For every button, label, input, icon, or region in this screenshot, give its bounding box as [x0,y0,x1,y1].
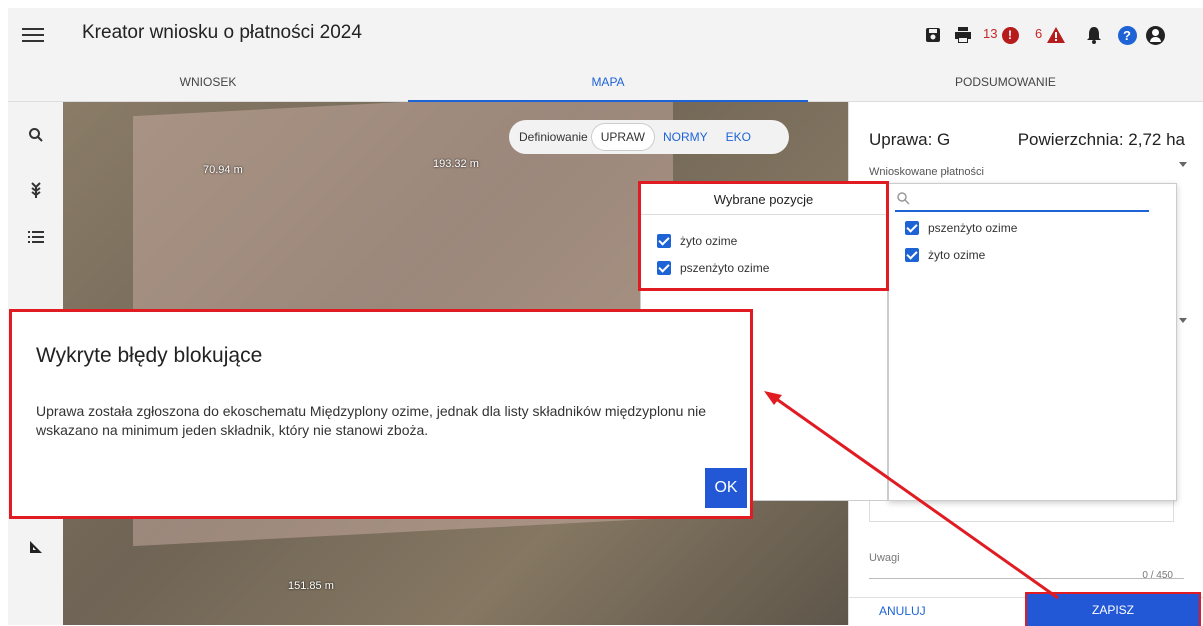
save-button[interactable]: ZAPISZ [1025,592,1201,626]
option-label: pszenżyto ozime [928,221,1018,235]
help-icon[interactable]: ? [1116,24,1138,46]
tab-mapa[interactable]: MAPA [408,62,808,102]
definition-label: Definiowanie [519,130,588,144]
cancel-button[interactable]: ANULUJ [879,604,926,618]
notes-field[interactable] [869,578,1184,579]
checkbox-checked-icon[interactable] [657,261,671,275]
segment-normy[interactable]: NORMY [654,124,717,150]
divider [641,214,886,215]
dropdown-option[interactable]: pszenżyto ozime [905,221,1017,235]
dropdown-search-input[interactable] [895,188,1149,212]
bell-icon[interactable] [1083,24,1105,46]
selected-item-label: pszenżyto ozime [680,261,770,275]
top-bar: Kreator wniosku o płatności 2024 13 ! 6 … [8,8,1203,62]
search-icon [897,192,910,205]
notes-label: Uwagi [869,552,900,564]
segment-upraw[interactable]: UPRAW [591,124,654,150]
search-icon[interactable] [8,128,63,142]
payments-label: Wnioskowane płatności [869,166,984,178]
warning-icon[interactable] [1045,24,1067,46]
measurement-label: 151.85 m [288,580,334,592]
main-tabs: WNIOSEK MAPA PODSUMOWANIE [8,62,1203,102]
app-title: Kreator wniosku o płatności 2024 [82,22,362,43]
user-icon[interactable] [1144,24,1166,46]
list-icon[interactable] [8,230,63,244]
checkbox-checked-icon[interactable] [905,221,919,235]
measurement-label: 193.32 m [433,158,479,170]
checkbox-checked-icon[interactable] [905,248,919,262]
segment-eko[interactable]: EKO [717,124,760,150]
selected-item-label: żyto ozime [680,234,738,248]
selected-item[interactable]: żyto ozime [657,234,737,248]
warnings-count: 6 [1035,26,1043,41]
definition-toggle: Definiowanie UPRAW NORMY EKO [509,120,789,154]
measure-icon[interactable] [8,540,63,554]
tab-podsumowanie[interactable]: PODSUMOWANIE [808,62,1203,102]
crop-name: Uprawa: G [869,130,951,149]
payments-dropdown: pszenżyto ozime żyto ozime [888,183,1177,501]
selected-item[interactable]: pszenżyto ozime [657,261,769,275]
hamburger-menu-icon[interactable] [22,24,44,46]
crop-area: Powierzchnia: 2,72 ha [1017,130,1185,149]
save-icon[interactable] [922,24,944,46]
dialog-message: Uprawa została zgłoszona do ekoschematu … [36,403,707,438]
dialog-title: Wykryte błędy blokujące [36,344,263,367]
errors-count: 13 [983,26,998,41]
checkbox-checked-icon[interactable] [657,234,671,248]
measurement-label: 70.94 m [203,164,243,176]
dropdown-option[interactable]: żyto ozime [905,248,985,262]
notes-counter: 0 / 450 [1142,570,1173,581]
ok-button[interactable]: OK [705,468,747,508]
chevron-down-icon[interactable] [1179,318,1187,323]
blocking-errors-dialog: Wykryte błędy blokujące Uprawa została z… [9,309,753,519]
tab-wniosek[interactable]: WNIOSEK [8,62,408,102]
panel-footer: ANULUJ ZAPISZ [849,592,1203,626]
option-label: żyto ozime [928,248,986,262]
chevron-down-icon[interactable] [1179,162,1187,167]
error-icon[interactable]: ! [999,24,1021,46]
crop-icon[interactable] [8,182,63,198]
selected-items-title: Wybrane pozycje [713,192,814,207]
print-icon[interactable] [952,24,974,46]
